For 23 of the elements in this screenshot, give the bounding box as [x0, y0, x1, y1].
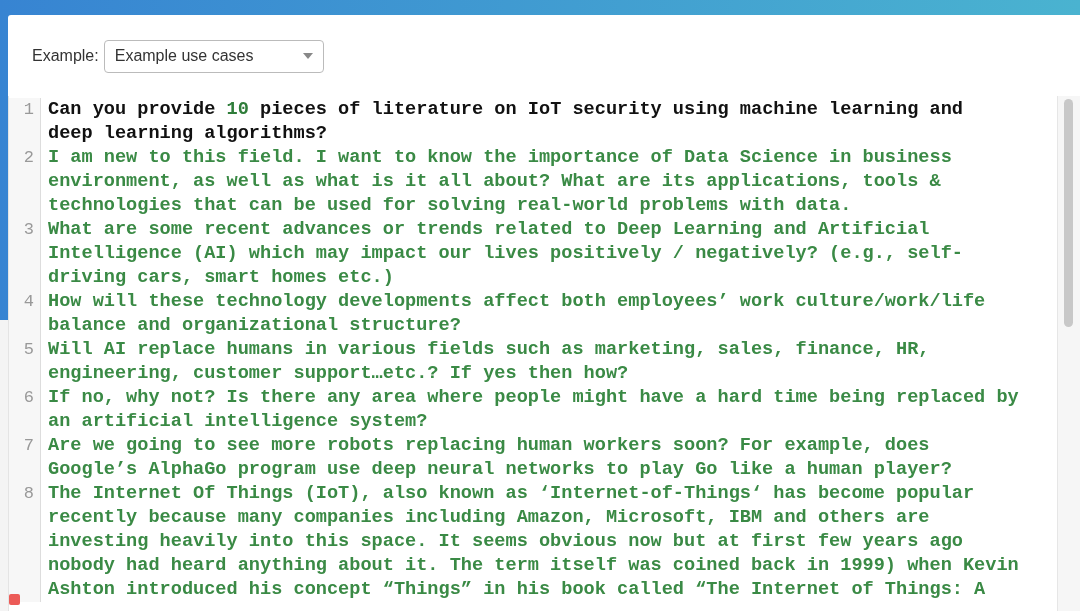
example-label: Example: — [32, 47, 99, 65]
line-number: 7 — [9, 434, 41, 482]
example-dropdown[interactable]: Example use cases — [103, 39, 324, 73]
code-line: Can you provide 10 pieces of literature on IoT security using machine learning and deep learning algorithms? — [47, 98, 964, 146]
code-line: I am new to this field. I want to know the importance of Data Science in business environment, as well as what is it all about? What are its applications, tools & technologies that can be used for solving real-world problems with data. — [47, 146, 953, 218]
code-line: How will these technology developments affect both employees’ work culture/work/life balance and organizational structure? — [47, 290, 987, 338]
line-number: 4 — [9, 290, 41, 338]
code-line: Are we going to see more robots replacing human workers soon? For example, does Google’s AlphaGo program use deep neural networks to play Go like a human player? — [47, 434, 953, 482]
scrollbar[interactable] — [1057, 96, 1080, 611]
line-number: 3 — [9, 218, 41, 290]
line-number: 8 — [9, 482, 41, 602]
status-indicator — [9, 594, 20, 605]
code-line: What are some recent advances or trends related to Deep Learning and Artificial Intelligence (AI) which may impact our lives positively / negatively? (e.g., self-driving cars, smart homes etc.) — [47, 218, 964, 290]
code-editor[interactable] — [8, 96, 1080, 611]
line-number: 6 — [9, 386, 41, 434]
code-line: If no, why not? Is there any area where people might have a hard time being replaced by an artificial intelligence system? — [47, 386, 1019, 434]
line-number: 5 — [9, 338, 41, 386]
code-line: The Internet Of Things (IoT), also known as ‘Internet-of-Things‘ has become popular recently because many companies including Amazon, Microsoft, IBM and others are investing heavily into this space. It seems obvious now but at first few years ago nobody had heard anything about it. The term itself was coined back in 1999) when Kevin Ashton introduced his concept “Things” in his book called “The Internet of Things: A — [47, 482, 1019, 602]
line-number: 1 — [9, 98, 41, 146]
code-line: Will AI replace humans in various fields such as marketing, sales, finance, HR, engineering, customer support…etc.? If yes then how? — [47, 338, 931, 386]
scrollbar-thumb[interactable] — [1064, 99, 1073, 327]
line-number: 2 — [9, 146, 41, 218]
caret-icon — [302, 53, 313, 59]
